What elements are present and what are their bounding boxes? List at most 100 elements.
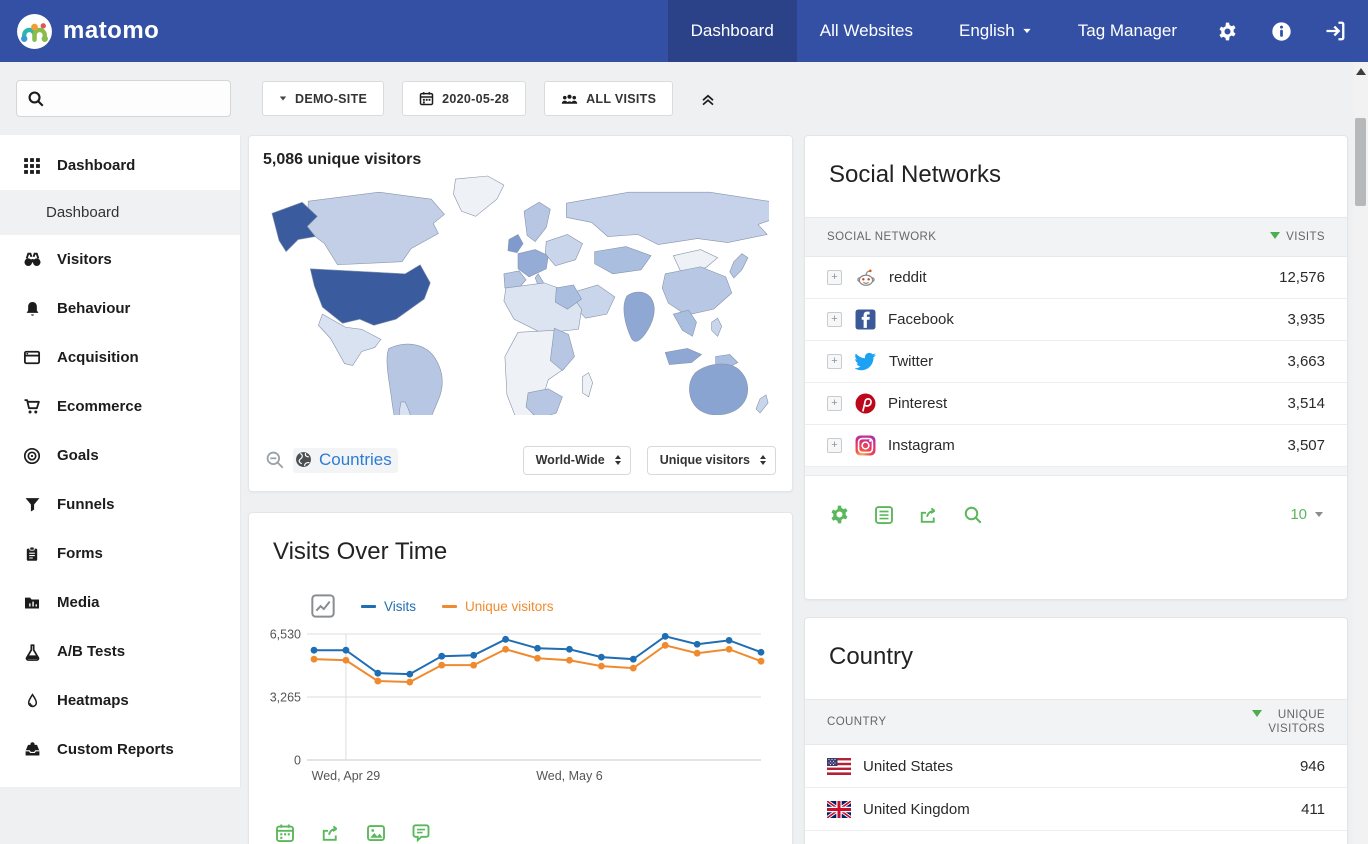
- sidebar: DashboardDashboardVisitorsBehaviourAcqui…: [0, 135, 241, 787]
- visits-widget-title: Visits Over Time: [249, 513, 792, 576]
- countries-link[interactable]: Countries: [293, 448, 398, 473]
- nav-item-tag-manager[interactable]: Tag Manager: [1055, 0, 1200, 62]
- expand-row-icon[interactable]: +: [827, 354, 842, 369]
- expand-row-icon[interactable]: +: [827, 438, 842, 453]
- date-selector-button[interactable]: 2020-05-28: [402, 81, 526, 116]
- search-input[interactable]: [53, 91, 218, 107]
- sidebar-item-funnels[interactable]: Funnels: [0, 480, 240, 529]
- visitors-icon: [23, 251, 42, 268]
- collapse-selectors-button[interactable]: [691, 81, 725, 116]
- svg-text:3,265: 3,265: [270, 691, 301, 705]
- visits-line-chart[interactable]: 6,5303,2650Wed, Apr 29Wed, May 6: [249, 620, 792, 797]
- country-row-united-states[interactable]: United States946: [805, 745, 1347, 788]
- country-greenland: [453, 176, 503, 216]
- country-col-metric[interactable]: UNIQUEVISITORS: [1252, 708, 1325, 737]
- info-icon[interactable]: [1254, 0, 1308, 62]
- region-select[interactable]: World-Wide: [523, 446, 631, 475]
- funnels-icon: [24, 496, 41, 513]
- svg-text:0: 0: [294, 754, 301, 768]
- visitor-map-widget: 5,086 unique visitors: [248, 135, 793, 492]
- row-limit-select[interactable]: 10: [1290, 506, 1323, 523]
- date-selector-label: 2020-05-28: [442, 92, 509, 106]
- scroll-up-arrow-icon[interactable]: [1356, 68, 1366, 75]
- custom-reports-icon: [23, 741, 42, 758]
- expand-row-icon[interactable]: +: [827, 396, 842, 411]
- metric-select[interactable]: Unique visitors: [647, 446, 776, 475]
- sidebar-item-a-b-tests[interactable]: A/B Tests: [0, 627, 240, 676]
- behaviour-icon: [24, 300, 41, 318]
- country-row-united-kingdom[interactable]: United Kingdom411: [805, 788, 1347, 831]
- sort-desc-icon: [1270, 232, 1280, 239]
- legend-item[interactable]: Unique visitors: [442, 599, 554, 614]
- zoom-out-icon[interactable]: [265, 450, 285, 470]
- svg-text:Wed, Apr 29: Wed, Apr 29: [312, 769, 381, 783]
- sidebar-subitem-dashboard[interactable]: Dashboard: [0, 190, 240, 235]
- export-icon[interactable]: [918, 505, 939, 525]
- matomo-logo[interactable]: matomo: [0, 13, 159, 50]
- sidebar-item-media[interactable]: Media: [0, 578, 240, 627]
- country-japan: [730, 254, 748, 278]
- social-row-pinterest[interactable]: +Pinterest3,514: [805, 383, 1347, 425]
- sidebar-item-custom-reports[interactable]: Custom Reports: [0, 725, 240, 774]
- scrollbar-thumb[interactable]: [1355, 118, 1366, 206]
- nav-item-dashboard[interactable]: Dashboard: [668, 0, 797, 62]
- country-scandinavia: [524, 202, 550, 241]
- ab-tests-icon: [24, 643, 41, 661]
- nav-item-english[interactable]: English: [936, 0, 1055, 62]
- toolbar: DEMO-SITE 2020-05-28 ALL VISITS: [0, 62, 1354, 135]
- sidebar-item-ecommerce[interactable]: Ecommerce: [0, 382, 240, 431]
- world-map[interactable]: [249, 173, 792, 420]
- metric-select-value: Unique visitors: [660, 453, 750, 467]
- social-row-facebook[interactable]: +Facebook3,935: [805, 299, 1347, 341]
- social-row-instagram[interactable]: +Instagram3,507: [805, 425, 1347, 467]
- annotation-icon[interactable]: [411, 823, 431, 843]
- country-south-africa: [526, 389, 562, 415]
- sidebar-item-acquisition[interactable]: Acquisition: [0, 333, 240, 382]
- search-box[interactable]: [16, 80, 231, 117]
- social-col-label[interactable]: SOCIAL NETWORK: [827, 231, 936, 243]
- country-new-zealand: [756, 395, 768, 413]
- country-col-metric-label: UNIQUEVISITORS: [1268, 708, 1325, 737]
- social-table-header: SOCIAL NETWORK VISITS: [805, 217, 1347, 257]
- chart-legend: Visits Unique visitors: [311, 594, 792, 618]
- country-russia: [566, 192, 769, 244]
- social-col-metric[interactable]: VISITS: [1270, 230, 1325, 244]
- svg-text:Wed, May 6: Wed, May 6: [536, 769, 603, 783]
- image-icon[interactable]: [366, 823, 386, 843]
- region-se-asia: [673, 310, 696, 336]
- calendar-icon[interactable]: [275, 823, 295, 843]
- expand-row-icon[interactable]: +: [827, 270, 842, 285]
- social-row-reddit[interactable]: +reddit12,576: [805, 257, 1347, 299]
- nav-item-all-websites[interactable]: All Websites: [797, 0, 936, 62]
- sidebar-item-goals[interactable]: Goals: [0, 431, 240, 480]
- sidebar-item-visitors[interactable]: Visitors: [0, 235, 240, 284]
- sidebar-item-forms[interactable]: Forms: [0, 529, 240, 578]
- region-western-europe: [518, 250, 548, 277]
- sidebar-item-behaviour[interactable]: Behaviour: [0, 284, 240, 333]
- export-icon[interactable]: [320, 823, 341, 843]
- region-central-asia: [595, 247, 651, 274]
- expand-row-icon[interactable]: +: [827, 312, 842, 327]
- country-widget: Country COUNTRY UNIQUEVISITORS United St…: [804, 617, 1348, 844]
- country-col-label[interactable]: COUNTRY: [827, 716, 886, 728]
- caret-down-icon: [1023, 29, 1030, 33]
- caret-down-icon: [1315, 512, 1323, 517]
- country-widget-title: Country: [805, 618, 1347, 681]
- cog-icon[interactable]: [829, 504, 850, 525]
- sidebar-item-heatmaps[interactable]: Heatmaps: [0, 676, 240, 725]
- search-icon[interactable]: [963, 505, 983, 525]
- segment-selector-button[interactable]: ALL VISITS: [544, 81, 673, 116]
- table-icon[interactable]: [874, 505, 894, 525]
- legend-item[interactable]: Visits: [361, 599, 416, 614]
- calendar-icon: [419, 91, 434, 106]
- site-selector-button[interactable]: DEMO-SITE: [262, 81, 384, 116]
- visits-over-time-widget: Visits Over Time VisitsUnique visitors 6…: [248, 512, 793, 844]
- social-row-twitter[interactable]: +Twitter3,663: [805, 341, 1347, 383]
- select-arrows-icon: [615, 455, 621, 465]
- sidebar-item-dashboard[interactable]: Dashboard: [0, 141, 240, 190]
- chart-type-icon[interactable]: [311, 594, 335, 618]
- page-scrollbar[interactable]: [1354, 62, 1368, 844]
- region-select-value: World-Wide: [536, 453, 605, 467]
- signout-icon[interactable]: [1308, 0, 1362, 62]
- settings-icon[interactable]: [1200, 0, 1254, 62]
